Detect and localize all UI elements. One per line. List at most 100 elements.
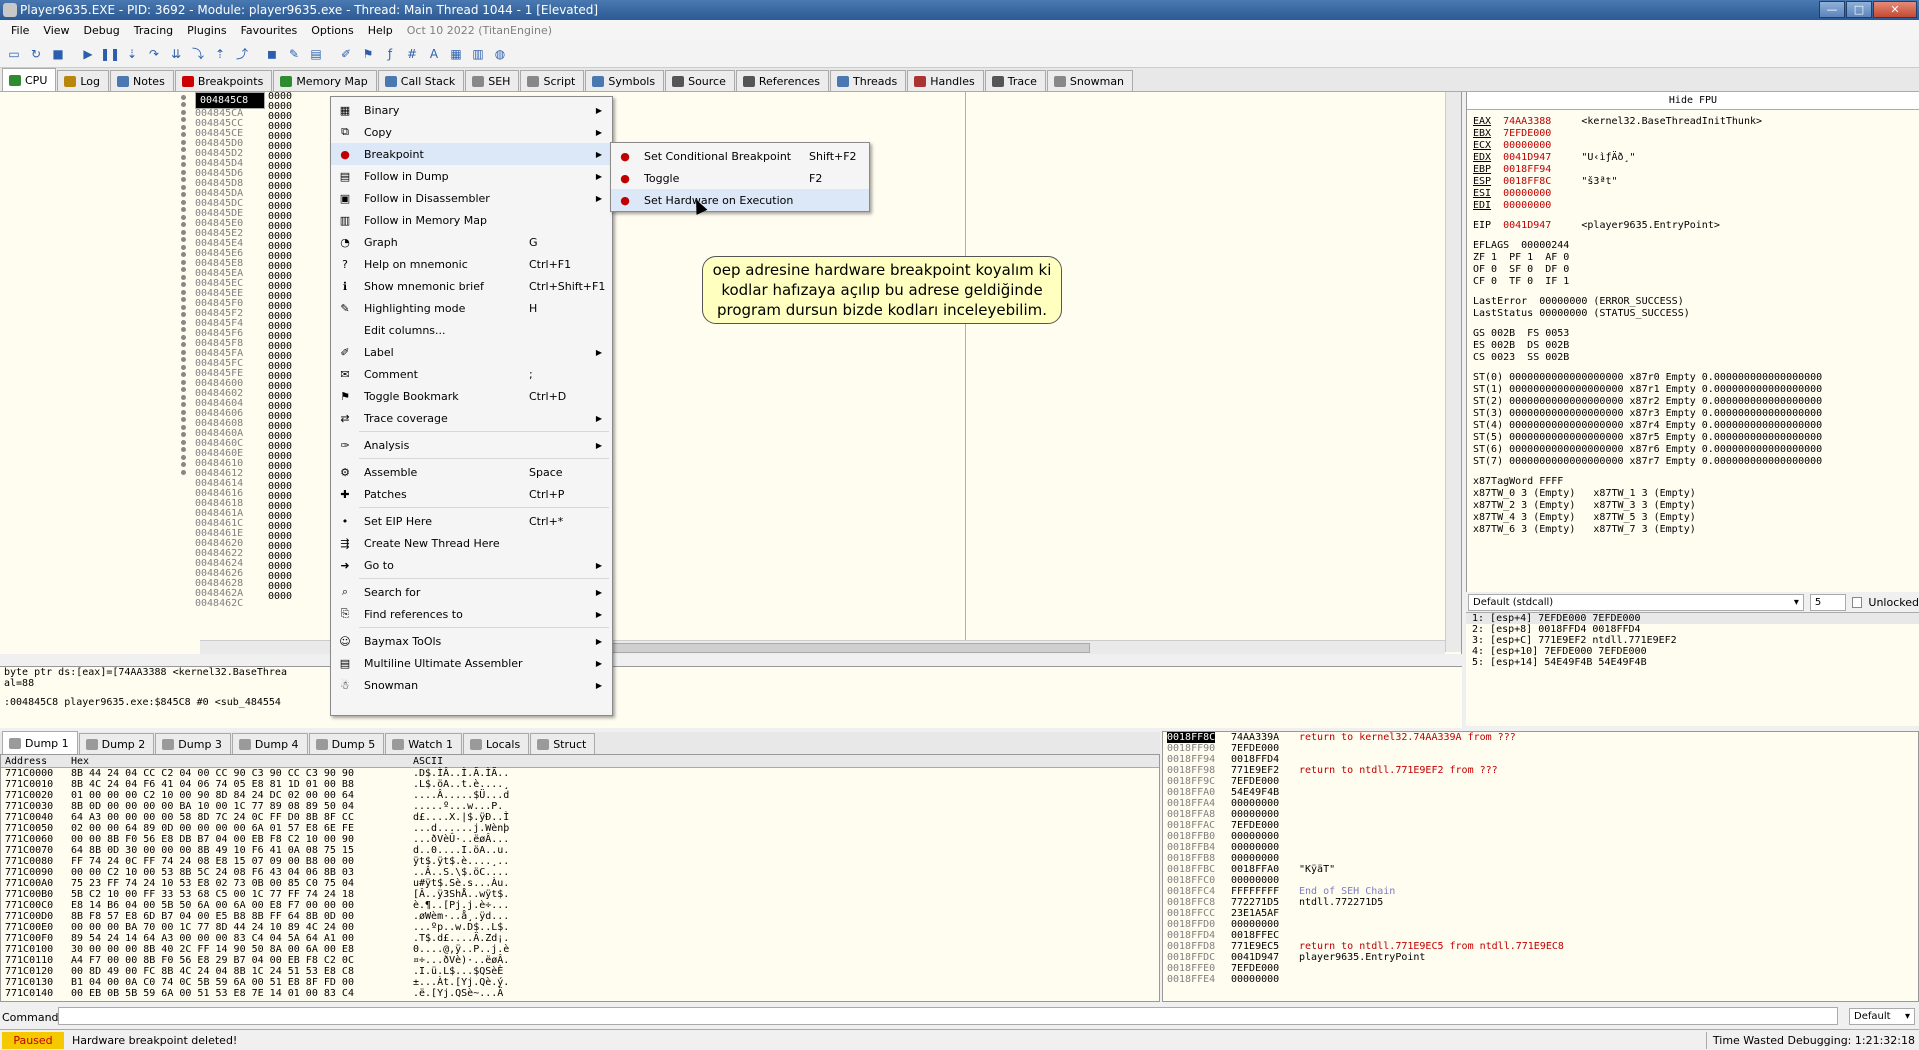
tab-references[interactable]: References xyxy=(735,70,829,91)
tab-cpu[interactable]: CPU xyxy=(2,68,57,91)
unlocked-checkbox[interactable] xyxy=(1851,596,1863,608)
segment-row[interactable]: GS 002B FS 0053 xyxy=(1467,328,1919,340)
dump-icon[interactable]: ▦ xyxy=(446,44,466,64)
menu-plugins[interactable]: Plugins xyxy=(180,24,233,37)
disasm-address[interactable]: 004845C8 xyxy=(195,92,265,109)
dump-row[interactable]: 771C0020 01 00 00 00 C2 10 00 90 8D 84 24… xyxy=(1,790,1159,801)
breakpoint-dot-icon[interactable] xyxy=(181,402,186,407)
tab-snowman[interactable]: Snowman xyxy=(1046,70,1134,91)
breakpoint-dot-icon[interactable] xyxy=(181,267,186,272)
dump-tab-dump-5[interactable]: Dump 5 xyxy=(308,733,385,754)
breakpoint-dot-icon[interactable] xyxy=(181,409,186,415)
calling-convention-select[interactable]: Default (stdcall) ▾ xyxy=(1468,593,1804,611)
breakpoint-dot-icon[interactable] xyxy=(181,439,186,445)
dump-row[interactable]: 771C0100 30 00 00 00 8B 40 2C FF 14 90 50… xyxy=(1,944,1159,955)
trace-into-icon[interactable]: ⇊ xyxy=(166,44,186,64)
menu-help[interactable]: Help xyxy=(361,24,400,37)
breakpoint-dot-icon[interactable] xyxy=(181,417,186,422)
stack-row[interactable]: 0018FFA4 00000000 xyxy=(1163,798,1918,809)
menu-item-graph[interactable]: ◔ Graph G xyxy=(331,231,612,253)
register-value[interactable]: 00000000 xyxy=(1503,200,1551,211)
register-value[interactable]: 7EFDE000 xyxy=(1503,128,1551,139)
dump-row[interactable]: 771C0120 00 8D 49 00 FC 8B 4C 24 04 8B 1C… xyxy=(1,966,1159,977)
dump-row[interactable]: 771C0050 02 00 00 64 89 0D 00 00 00 00 6A… xyxy=(1,823,1159,834)
last-error[interactable]: LastError 00000000 (ERROR_SUCCESS) xyxy=(1467,296,1919,308)
stack-row[interactable]: 0018FFD8 771E9EC5 return to ntdll.771E9EC5… xyxy=(1163,941,1918,952)
menu-item-trace-coverage[interactable]: ⇄ Trace coverage ▶ xyxy=(331,407,612,429)
last-status[interactable]: LastStatus 00000000 (STATUS_SUCCESS) xyxy=(1467,308,1919,320)
command-input[interactable] xyxy=(58,1007,1838,1025)
fpu-register-row[interactable]: ST(5) 0000000000000000000 x87r5 Empty 0.… xyxy=(1467,432,1919,444)
open-icon[interactable]: ▭ xyxy=(4,44,24,64)
menu-options[interactable]: Options xyxy=(304,24,360,37)
tab-threads[interactable]: Threads xyxy=(830,70,907,91)
stack-row[interactable]: 0018FF98 771E9EF2 return to ntdll.771E9EF2… xyxy=(1163,765,1918,776)
scylla-icon[interactable]: ◼ xyxy=(262,44,282,64)
register-row[interactable]: EBX 7EFDE000 xyxy=(1467,128,1919,140)
menu-item-binary[interactable]: ▦ Binary ▶ xyxy=(331,99,612,121)
breakpoint-dot-icon[interactable] xyxy=(181,124,186,130)
stack-row[interactable]: 0018FFDC 0041D947 player9635.EntryPoint xyxy=(1163,952,1918,963)
tab-source[interactable]: Source xyxy=(665,70,735,91)
disasm-address[interactable]: 0048462C xyxy=(195,599,265,609)
step-over-icon[interactable]: ↷ xyxy=(144,44,164,64)
breakpoint-dot-icon[interactable] xyxy=(181,222,186,227)
dump-row[interactable]: 771C0040 64 A3 00 00 00 00 58 8D 7C 24 0C… xyxy=(1,812,1159,823)
dump-tab-locals[interactable]: Locals xyxy=(462,733,530,754)
minimize-button[interactable]: — xyxy=(1819,1,1845,18)
fpu-register-row[interactable]: ST(3) 0000000000000000000 x87r3 Empty 0.… xyxy=(1467,408,1919,420)
comment-icon[interactable]: ▤ xyxy=(306,44,326,64)
dump-row[interactable]: 771C0110 A4 F7 00 00 8B F0 56 E8 29 B7 04… xyxy=(1,955,1159,966)
stack-row[interactable]: 0018FFE0 7EFDE000 xyxy=(1163,963,1918,974)
breakpoint-dot-icon[interactable] xyxy=(181,274,186,280)
pause-icon[interactable]: ❚❚ xyxy=(100,44,120,64)
dump-tab-dump-4[interactable]: Dump 4 xyxy=(231,733,308,754)
breakpoint-dot-icon[interactable] xyxy=(181,424,186,430)
breakpoint-dot-icon[interactable] xyxy=(181,147,186,152)
breakpoint-dot-icon[interactable] xyxy=(181,334,186,340)
breakpoint-dot-icon[interactable] xyxy=(181,387,186,392)
breakpoint-dot-icon[interactable] xyxy=(181,432,186,437)
fpu-register-row[interactable]: ST(7) 0000000000000000000 x87r7 Empty 0.… xyxy=(1467,456,1919,468)
breakpoint-dot-icon[interactable] xyxy=(181,184,186,190)
menu-item-toggle-bookmark[interactable]: ⚑ Toggle Bookmark Ctrl+D xyxy=(331,385,612,407)
breakpoint-dot-icon[interactable] xyxy=(181,312,186,317)
menu-item-help-on-mnemonic[interactable]: ? Help on mnemonic Ctrl+F1 xyxy=(331,253,612,275)
dump-pane[interactable]: Address Hex ASCII 771C0000 8B 44 24 04 CC… xyxy=(0,754,1160,1002)
menu-item-follow-in-memory-map[interactable]: ▥ Follow in Memory Map xyxy=(331,209,612,231)
tab-breakpoints[interactable]: Breakpoints xyxy=(174,70,273,91)
menu-item-highlighting-mode[interactable]: ✎ Highlighting mode H xyxy=(331,297,612,319)
breakpoint-dot-icon[interactable] xyxy=(181,154,186,160)
dump-tab-struct[interactable]: Struct xyxy=(530,733,596,754)
stack-row[interactable]: 0018FFC8 772271D5 ntdll.772271D5 xyxy=(1163,897,1918,908)
menu-item-label[interactable]: ✐ Label ▶ xyxy=(331,341,612,363)
fpu-register-row[interactable]: ST(0) 0000000000000000000 x87r0 Empty 0.… xyxy=(1467,372,1919,384)
breakpoint-dot-icon[interactable] xyxy=(181,297,186,302)
breakpoint-dot-icon[interactable] xyxy=(181,327,186,332)
dump-tab-dump-3[interactable]: Dump 3 xyxy=(155,733,231,754)
tag-word[interactable]: x87TagWord FFFF xyxy=(1467,476,1919,488)
stack-row[interactable]: 0018FFD0 00000000 xyxy=(1163,919,1918,930)
tab-memory-map[interactable]: Memory Map xyxy=(273,70,377,91)
dump-tab-dump-2[interactable]: Dump 2 xyxy=(78,733,155,754)
breakpoint-dot-icon[interactable] xyxy=(181,117,186,122)
menu-item-show-mnemonic-brief[interactable]: ℹ Show mnemonic brief Ctrl+Shift+F1 xyxy=(331,275,612,297)
breakpoint-dot-icon[interactable] xyxy=(181,364,186,370)
breakpoint-dot-icon[interactable] xyxy=(181,379,186,385)
dump-row[interactable]: 771C00A0 75 23 FF 74 24 10 53 E8 02 73 0B… xyxy=(1,878,1159,889)
dump-row[interactable]: 771C0140 00 EB 0B 5B 59 6A 00 51 53 E8 7E… xyxy=(1,988,1159,999)
run-icon[interactable]: ▶ xyxy=(78,44,98,64)
maximize-button[interactable]: □ xyxy=(1846,1,1872,18)
menu-item-analysis[interactable]: ✑ Analysis ▶ xyxy=(331,434,612,456)
fpu-register-row[interactable]: ST(6) 0000000000000000000 x87r6 Empty 0.… xyxy=(1467,444,1919,456)
menu-item-breakpoint[interactable]: ● Breakpoint ▶ xyxy=(331,143,612,165)
register-value[interactable]: 0041D947 xyxy=(1503,152,1551,163)
function-icon[interactable]: ƒ xyxy=(380,44,400,64)
submenu-item-set-hardware-on-execution[interactable]: ● Set Hardware on Execution xyxy=(611,189,869,211)
menu-item-follow-in-dump[interactable]: ▤ Follow in Dump ▶ xyxy=(331,165,612,187)
dump-tab-watch-1[interactable]: Watch 1 xyxy=(385,733,462,754)
register-row[interactable]: ESP 0018FF8C "š3ªt" xyxy=(1467,176,1919,188)
breakpoint-dot-icon[interactable] xyxy=(181,177,186,182)
arguments-pane[interactable]: 1: [esp+4] 7EFDE000 7EFDE000 2: [esp+8] 0… xyxy=(1466,612,1919,726)
stack-row[interactable]: 0018FF9C 7EFDE000 xyxy=(1163,776,1918,787)
